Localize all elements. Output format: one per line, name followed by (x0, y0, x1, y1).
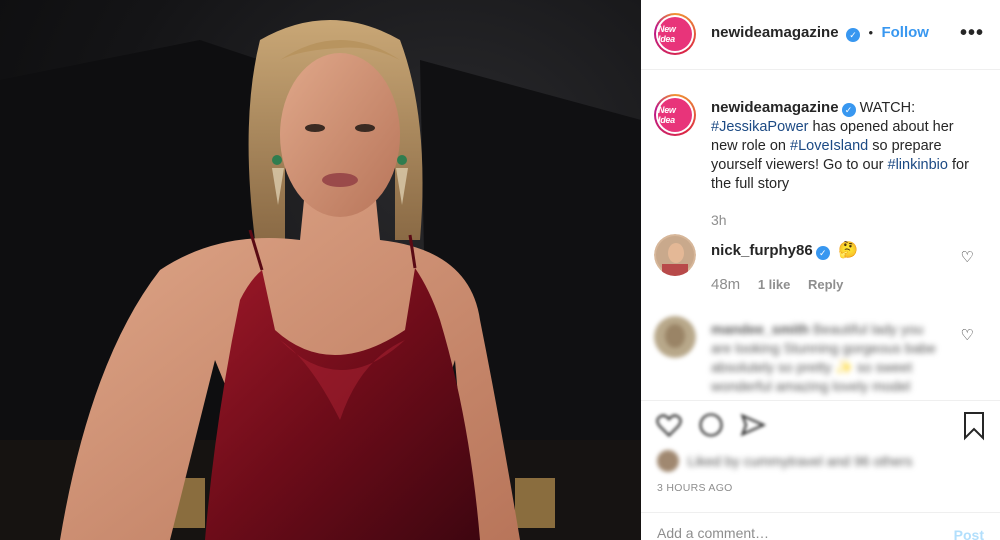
liked-by-row[interactable]: Liked by cummytravel and 96 others (657, 450, 912, 472)
liked-by-text: Liked by cummytravel and 96 others (687, 452, 913, 469)
more-options-icon[interactable]: ••• (960, 22, 984, 45)
like-comment-heart-icon[interactable]: ♡ (961, 326, 974, 344)
caption-text: newideamagazine ✓ WATCH: #JessikaPower ha… (711, 99, 969, 192)
hashtag-linkinbio[interactable]: #linkinbio (888, 157, 948, 173)
hashtag-jessikapower[interactable]: #JessikaPower (711, 119, 809, 135)
verified-badge-icon: ✓ (815, 246, 830, 260)
caption-username[interactable]: newideamagazine (711, 99, 839, 116)
header-username[interactable]: newideamagazine (711, 24, 839, 41)
thinking-emoji: 🤔 (838, 242, 859, 259)
hashtag-loveisland[interactable]: #LoveIsland (790, 138, 868, 154)
add-comment-input[interactable] (657, 525, 917, 540)
caption-avatar[interactable]: New Idea (654, 94, 696, 136)
post-comment-button[interactable]: Post (954, 527, 984, 540)
post-actions-bar (641, 400, 1000, 450)
add-comment-bar: Post (641, 512, 1000, 540)
like-comment-heart-icon[interactable]: ♡ (961, 248, 974, 266)
share-icon[interactable] (739, 411, 767, 439)
new-idea-logo: New Idea (658, 17, 692, 51)
commenter-avatar[interactable] (654, 234, 696, 276)
post-header: New Idea newideamagazine ✓ • Follow ••• (641, 0, 1000, 70)
commenter-avatar[interactable] (654, 316, 696, 358)
comment-likes[interactable]: 1 like (758, 277, 791, 292)
comment-time[interactable]: 48m (711, 276, 740, 293)
new-idea-logo: New Idea (658, 98, 692, 132)
bookmark-icon[interactable] (962, 411, 986, 441)
post-photo[interactable] (0, 0, 641, 540)
posted-time[interactable]: 3 HOURS AGO (657, 482, 733, 494)
verified-badge-icon: ✓ (846, 28, 860, 42)
post-detail-panel: New Idea newideamagazine ✓ • Follow ••• … (641, 0, 1000, 540)
blurred-comment-text: mandee_smith Beautiful lady you are look… (711, 321, 936, 394)
account-avatar[interactable]: New Idea (654, 13, 696, 55)
reply-button[interactable]: Reply (808, 277, 843, 292)
commenter-username[interactable]: nick_furphy86 (711, 242, 813, 259)
photo-illustration (0, 20, 641, 540)
caption-time[interactable]: 3h (711, 212, 727, 228)
comment-bubble-icon[interactable] (697, 411, 725, 439)
follow-button[interactable]: Follow (881, 24, 929, 41)
like-heart-icon[interactable] (655, 411, 683, 439)
verified-badge-icon: ✓ (841, 103, 856, 117)
liked-by-avatar (657, 450, 679, 472)
header-separator: • (868, 25, 874, 40)
